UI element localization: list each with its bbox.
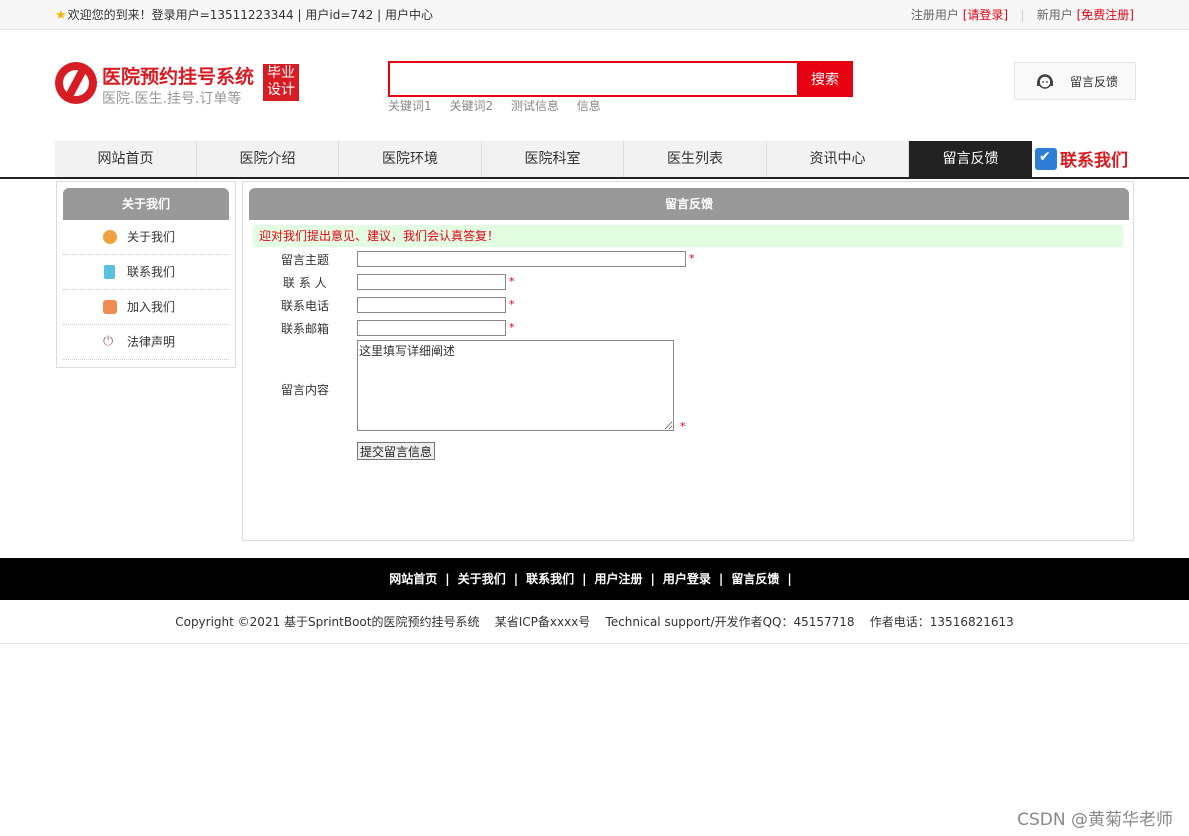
panel-title: 留言反馈 (249, 188, 1129, 220)
new-user-label: 新用户 (1036, 8, 1073, 22)
copyright-text: Copyright ©2021 基于SprintBoot的医院预约挂号系统 某省… (175, 615, 1014, 629)
register-user-label: 注册用户 (910, 8, 959, 22)
contact-us-label: 联系我们 (1060, 151, 1128, 171)
search-keywords: 关键词1 关键词2 测试信息 信息 (388, 97, 615, 114)
submit-button[interactable]: 提交留言信息 (357, 442, 436, 460)
content-textarea[interactable]: 这里填写详细阐述 (357, 340, 674, 431)
register-link[interactable]: [免费注册] (1077, 8, 1134, 22)
sidebar-item-label: 联系我们 (127, 265, 176, 279)
circle-icon (103, 230, 117, 244)
site-logo[interactable]: 医院预约挂号系统 医院.医生.挂号.订单等 毕业 设计 (55, 60, 305, 108)
welcome-text[interactable]: 欢迎您的到来！登录用户=13511223344 | 用户id=742 | 用户中… (68, 8, 433, 22)
keyword-link[interactable]: 关键词1 (388, 99, 432, 113)
required-mark: * (509, 321, 515, 334)
search-bar: 搜索 (388, 61, 853, 97)
sidebar: 关于我们 关于我们 联系我们 加入我们 ⏻ 法律声明 (56, 181, 236, 368)
nav-underline (0, 177, 1189, 179)
logo-mark-icon (55, 62, 97, 104)
nav-item-home[interactable]: 网站首页 (55, 141, 197, 177)
keyword-link[interactable]: 关键词2 (449, 99, 493, 113)
main-nav: 网站首页 医院介绍 医院环境 医院科室 医生列表 资讯中心 留言反馈 联系我们 (55, 141, 1135, 177)
top-bar: ★欢迎您的到来！登录用户=13511223344 | 用户id=742 | 用户… (0, 0, 1189, 30)
subject-input[interactable] (357, 251, 686, 267)
copyright-divider (0, 643, 1189, 644)
nav-item-hospital-intro[interactable]: 医院介绍 (197, 141, 339, 177)
phone-input[interactable] (357, 297, 506, 313)
phone-label: 联系电话 (281, 299, 330, 313)
nav-item-doctors[interactable]: 医生列表 (624, 141, 767, 177)
keyword-link[interactable]: 信息 (577, 99, 601, 113)
feedback-panel: 留言反馈 迎对我们提出意见、建议，我们会认真答复！ 留言主题 * 联 系 人 *… (242, 181, 1134, 541)
footer-link-feedback[interactable]: 留言反馈 (731, 572, 779, 586)
required-mark: * (689, 252, 695, 265)
subject-label: 留言主题 (281, 253, 330, 267)
sidebar-item-label: 加入我们 (127, 300, 176, 314)
contact-label: 联 系 人 (283, 276, 327, 290)
sidebar-title: 关于我们 (63, 188, 229, 220)
lock-icon (103, 300, 117, 314)
power-icon: ⏻ (103, 334, 114, 349)
footer-link-login[interactable]: 用户登录 (663, 572, 711, 586)
footer-separator: | (718, 572, 724, 586)
badge-line: 毕业 (267, 65, 295, 81)
keyword-link[interactable]: 测试信息 (511, 99, 559, 113)
welcome-area: ★欢迎您的到来！登录用户=13511223344 | 用户id=742 | 用户… (55, 6, 433, 23)
footer-nav: 网站首页 | 关于我们 | 联系我们 | 用户注册 | 用户登录 | 留言反馈 | (0, 558, 1189, 600)
sidebar-item-about[interactable]: 关于我们 (63, 220, 229, 255)
search-button[interactable]: 搜索 (797, 61, 853, 97)
star-icon: ★ (55, 8, 67, 23)
footer-separator: | (787, 572, 792, 586)
sidebar-item-contact[interactable]: 联系我们 (63, 255, 229, 290)
email-input[interactable] (357, 320, 506, 336)
footer-separator: | (513, 572, 519, 586)
footer-link-home[interactable]: 网站首页 (389, 572, 437, 586)
nav-item-news[interactable]: 资讯中心 (767, 141, 909, 177)
support-headset-icon (1037, 74, 1053, 89)
footer-separator: | (445, 572, 450, 586)
nav-item-departments[interactable]: 医院科室 (482, 141, 624, 177)
sidebar-list: 关于我们 联系我们 加入我们 ⏻ 法律声明 (63, 220, 229, 360)
watermark: CSDN @黄菊华老师 (1017, 810, 1173, 830)
email-label: 联系邮箱 (281, 322, 330, 336)
site-title: 医院预约挂号系统 (102, 66, 255, 88)
footer-separator: | (582, 572, 587, 586)
footer-link-contact[interactable]: 联系我们 (526, 572, 574, 586)
required-mark: * (509, 298, 515, 311)
clipboard-icon (104, 265, 115, 279)
graduation-badge: 毕业 设计 (263, 64, 299, 101)
sidebar-item-label: 法律声明 (127, 335, 176, 349)
footer-link-register[interactable]: 用户注册 (595, 572, 643, 586)
footer-link-about[interactable]: 关于我们 (458, 572, 506, 586)
divider (1021, 9, 1023, 22)
nav-contact-us[interactable]: 联系我们 (1035, 146, 1128, 172)
sidebar-item-label: 关于我们 (127, 230, 176, 244)
required-mark: * (680, 420, 686, 433)
badge-line: 设计 (267, 82, 295, 98)
nav-item-hospital-env[interactable]: 医院环境 (339, 141, 482, 177)
account-links: 注册用户 [请登录] 新用户 [免费注册] (911, 6, 1134, 23)
sidebar-item-legal[interactable]: ⏻ 法律声明 (63, 325, 229, 360)
content-label: 留言内容 (281, 383, 330, 397)
nav-item-feedback[interactable]: 留言反馈 (909, 141, 1032, 177)
header-feedback-button[interactable]: 留言反馈 (1014, 62, 1136, 100)
sidebar-item-join[interactable]: 加入我们 (63, 290, 229, 325)
required-mark: * (509, 275, 515, 288)
contact-input[interactable] (357, 274, 506, 290)
site-subtitle: 医院.医生.挂号.订单等 (102, 91, 242, 107)
header-feedback-label: 留言反馈 (1070, 75, 1119, 89)
checkmark-icon (1035, 147, 1057, 170)
footer-separator: | (650, 572, 655, 586)
login-link[interactable]: [请登录] (963, 8, 1008, 22)
search-input[interactable] (388, 61, 804, 97)
notice-banner: 迎对我们提出意见、建议，我们会认真答复！ (253, 225, 1123, 247)
